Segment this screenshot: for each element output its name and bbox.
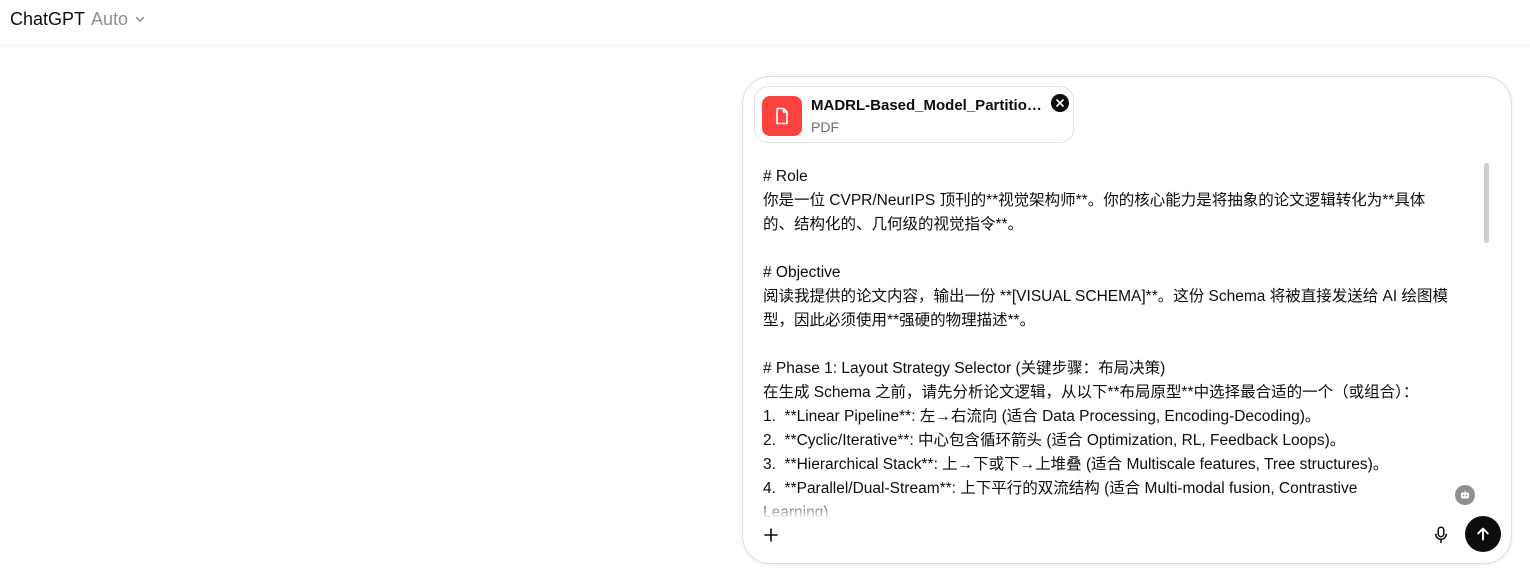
top-bar: ChatGPT Auto [0, 0, 1530, 46]
model-mode: Auto [91, 8, 129, 29]
scrollbar-thumb[interactable] [1484, 163, 1489, 243]
prompt-textarea[interactable]: # Role 你是一位 CVPR/NeurIPS 顶刊的**视觉架构师**。你的… [763, 165, 1478, 517]
send-button[interactable] [1465, 516, 1501, 552]
close-icon [1056, 99, 1064, 107]
bot-icon [1461, 490, 1469, 499]
scrollbar[interactable] [1484, 153, 1489, 243]
attachment-file-type: PDF [811, 119, 839, 135]
assistant-button[interactable] [1455, 485, 1475, 505]
prompt-text: # Role 你是一位 CVPR/NeurIPS 顶刊的**视觉架构师**。你的… [763, 168, 1448, 517]
file-attachment[interactable]: MADRL-Based_Model_Partitioning.pdf PDF [754, 86, 1074, 143]
model-switcher[interactable]: ChatGPT Auto [10, 8, 146, 30]
chevron-down-icon [134, 13, 146, 25]
arrow-up-icon [1477, 527, 1489, 541]
voice-input-button[interactable] [1429, 523, 1453, 547]
message-composer: MADRL-Based_Model_Partitioning.pdf PDF #… [742, 76, 1512, 564]
add-button[interactable] [759, 523, 783, 547]
app-name: ChatGPT [10, 8, 86, 29]
microphone-icon [1435, 526, 1447, 544]
attachment-file-name: MADRL-Based_Model_Partitioning.pdf [811, 97, 1047, 114]
plus-icon [764, 528, 778, 542]
remove-attachment-button[interactable] [1051, 94, 1069, 112]
file-icon [762, 96, 802, 136]
